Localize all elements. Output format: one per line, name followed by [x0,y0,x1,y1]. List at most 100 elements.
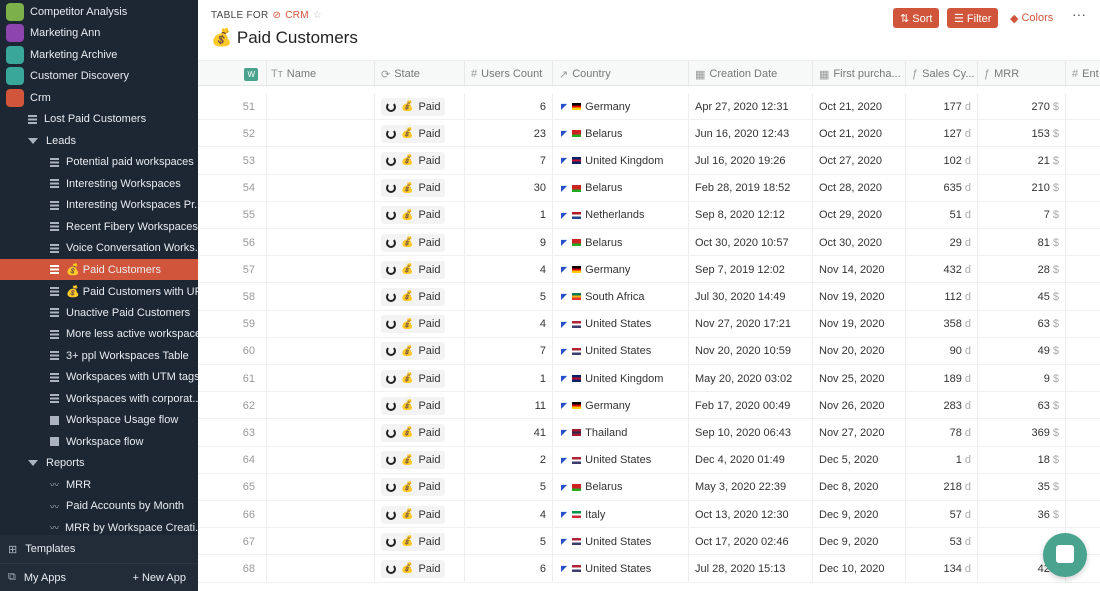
state-cell[interactable]: 💰 Paid [375,310,465,338]
sidebar-item-workspaces-with-utm-tags[interactable]: Workspaces with UTM tags [0,367,198,388]
row-number[interactable]: 61 [200,365,267,392]
mrr-cell[interactable]: 63 $ [978,310,1066,338]
sidebar-item-interesting-workspaces-pr[interactable]: Interesting Workspaces Pr... [0,195,198,216]
first-purchase-cell[interactable]: Dec 5, 2020 [813,446,906,474]
first-purchase-cell[interactable]: Oct 21, 2020 [813,120,906,148]
name-cell[interactable] [265,147,375,175]
sidebar-item-reports[interactable]: Reports [0,453,198,474]
country-cell[interactable]: ◤ Netherlands [553,201,689,229]
state-cell[interactable]: 💰 Paid [375,120,465,148]
name-cell[interactable] [265,446,375,474]
country-cell[interactable]: ◤ United States [553,555,689,583]
table-row[interactable]: 65 💰 Paid 5 ◤ Belarus May 3, 2020 22:39 Dec 8, … [198,473,1100,501]
name-cell[interactable] [265,93,375,120]
country-cell[interactable]: ◤ United States [553,310,689,338]
sales-cycle-cell[interactable]: 177 d [906,93,978,120]
table-row[interactable]: 52 💰 Paid 23 ◤ Belarus Jun 16, 2020 12:43 Oct 2… [198,120,1100,148]
row-number[interactable]: 56 [200,229,267,256]
sidebar-app-customer-discovery[interactable]: Customer Discovery [0,66,198,87]
country-cell[interactable]: ◤ Belarus [553,174,689,202]
table-row[interactable]: 58 💰 Paid 5 ◤ South Africa Jul 30, 2020 14:49 N… [198,283,1100,311]
sidebar-app-marketing-archive[interactable]: Marketing Archive [0,44,198,65]
first-purchase-cell[interactable]: Nov 14, 2020 [813,256,906,284]
table-row[interactable]: 67 💰 Paid 5 ◤ United States Oct 17, 2020 02:46… [198,528,1100,556]
first-purchase-cell[interactable]: Oct 28, 2020 [813,174,906,202]
state-badge[interactable]: 💰 Paid [381,124,446,143]
table-row[interactable]: 57 💰 Paid 4 ◤ Germany Sep 7, 2019 12:02 Nov 14,… [198,256,1100,284]
row-number[interactable]: 58 [200,283,267,311]
creation-date-cell[interactable]: Feb 28, 2019 18:52 [689,174,813,202]
my-apps-button[interactable]: ⧉ My Apps [0,571,66,584]
state-badge[interactable]: 💰 Paid [381,342,446,361]
sales-cycle-cell[interactable]: 53 d [906,528,978,556]
state-cell[interactable]: 💰 Paid [375,392,465,420]
mrr-cell[interactable]: 270 $ [978,93,1066,120]
first-purchase-cell[interactable]: Dec 9, 2020 [813,501,906,528]
row-number[interactable]: 53 [200,147,267,175]
ent-cell[interactable] [1066,120,1100,147]
ent-cell[interactable] [1066,147,1100,174]
sidebar-item-interesting-workspaces[interactable]: Interesting Workspaces [0,173,198,194]
creation-date-cell[interactable]: Nov 20, 2020 10:59 [689,337,813,365]
row-number[interactable]: 63 [200,419,267,447]
sidebar-item-3-ppl-workspaces-table[interactable]: 3+ ppl Workspaces Table [0,345,198,366]
first-purchase-cell[interactable]: Nov 25, 2020 [813,365,906,392]
table-row[interactable]: 68 💰 Paid 6 ◤ United States Jul 28, 2020 15:13… [198,555,1100,583]
table-row[interactable]: 62 💰 Paid 11 ◤ Germany Feb 17, 2020 00:49 Nov 2… [198,392,1100,420]
name-cell[interactable] [265,229,375,256]
row-number[interactable]: 54 [200,174,267,202]
more-button[interactable]: ··· [1072,6,1086,22]
users-count-cell[interactable]: 41 [465,419,553,447]
sidebar-app-crm[interactable]: Crm [0,87,198,108]
sidebar-item-more-less-active-workspaces[interactable]: More less active workspaces [0,324,198,345]
table-row[interactable]: 54 💰 Paid 30 ◤ Belarus Feb 28, 2019 18:52 Oct 2… [198,174,1100,202]
users-count-cell[interactable]: 4 [465,501,553,528]
sales-cycle-cell[interactable]: 134 d [906,555,978,583]
state-cell[interactable]: 💰 Paid [375,93,465,120]
creation-date-cell[interactable]: Sep 7, 2019 12:02 [689,256,813,284]
state-badge[interactable]: 💰 Paid [381,315,446,334]
sales-cycle-cell[interactable]: 127 d [906,120,978,148]
state-badge[interactable]: 💰 Paid [381,233,446,252]
country-cell[interactable]: ◤ United States [553,337,689,365]
state-badge[interactable]: 💰 Paid [381,260,446,279]
name-cell[interactable] [265,473,375,501]
sidebar-item-leads[interactable]: Leads [0,130,198,151]
state-cell[interactable]: 💰 Paid [375,337,465,365]
country-cell[interactable]: ◤ Germany [553,392,689,420]
users-count-cell[interactable]: 1 [465,201,553,229]
ent-cell[interactable] [1066,474,1100,501]
users-count-cell[interactable]: 4 [465,310,553,338]
state-cell[interactable]: 💰 Paid [375,501,465,528]
users-count-cell[interactable]: 2 [465,446,553,474]
country-cell[interactable]: ◤ Italy [553,501,689,528]
first-purchase-cell[interactable]: Nov 19, 2020 [813,283,906,311]
state-cell[interactable]: 💰 Paid [375,229,465,256]
sidebar-item-paid-customers-with-url[interactable]: 💰 Paid Customers with URL [0,281,198,302]
table-row[interactable]: 60 💰 Paid 7 ◤ United States Nov 20, 2020 10:59… [198,337,1100,365]
name-cell[interactable] [265,528,375,556]
users-count-cell[interactable]: 1 [465,365,553,392]
first-purchase-cell[interactable]: Nov 19, 2020 [813,310,906,338]
sales-cycle-cell[interactable]: 90 d [906,337,978,365]
creation-date-cell[interactable]: Feb 17, 2020 00:49 [689,392,813,420]
country-cell[interactable]: ◤ United States [553,528,689,556]
mrr-cell[interactable]: 49 $ [978,337,1066,365]
mrr-cell[interactable]: 369 $ [978,419,1066,447]
mrr-cell[interactable]: 45 $ [978,283,1066,311]
sales-cycle-cell[interactable]: 635 d [906,174,978,202]
ent-cell[interactable] [1066,256,1100,283]
state-cell[interactable]: 💰 Paid [375,256,465,284]
state-cell[interactable]: 💰 Paid [375,201,465,229]
mrr-cell[interactable]: 210 $ [978,174,1066,202]
table-row[interactable]: 59 💰 Paid 4 ◤ United States Nov 27, 2020 17:21… [198,310,1100,338]
state-cell[interactable]: 💰 Paid [375,446,465,474]
users-count-cell[interactable]: 7 [465,337,553,365]
table-row[interactable]: 66 💰 Paid 4 ◤ Italy Oct 13, 2020 12:30 Dec 9, 2… [198,501,1100,529]
caret-down-icon[interactable] [28,137,38,144]
sidebar-item-unactive-paid-customers[interactable]: Unactive Paid Customers [0,302,198,323]
templates-button[interactable]: ⊞ Templates [0,535,198,563]
table-row[interactable]: 61 💰 Paid 1 ◤ United Kingdom May 20, 2020 03:0… [198,365,1100,393]
first-purchase-cell[interactable]: Dec 9, 2020 [813,528,906,556]
first-purchase-cell[interactable]: Nov 20, 2020 [813,337,906,365]
